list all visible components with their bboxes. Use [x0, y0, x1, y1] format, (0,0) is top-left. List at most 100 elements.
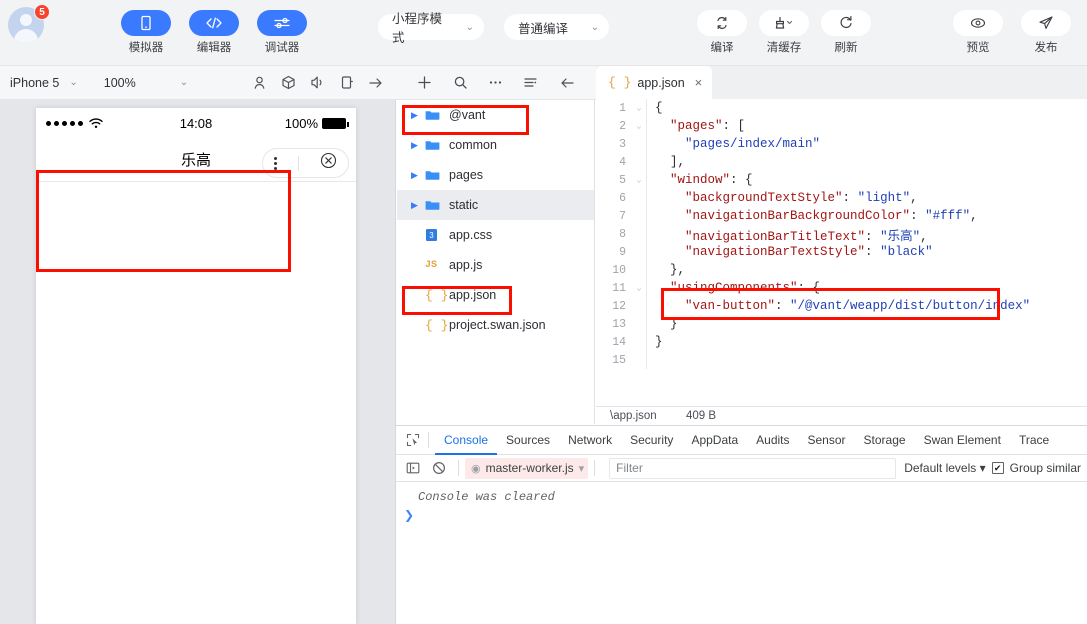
arrow-right-icon[interactable] [368, 76, 384, 90]
tree-item-app-json[interactable]: { } app.json [397, 280, 594, 310]
fold-chevron-icon[interactable]: ⌄ [632, 103, 646, 113]
context-icon: ◉ [471, 462, 481, 475]
fold-chevron-icon[interactable]: ⌄ [632, 283, 646, 293]
phone-frame: 14:08 100% 乐高 [36, 108, 356, 624]
gutter-divider [646, 99, 647, 117]
tree-item-app-js[interactable]: JS app.js [397, 250, 594, 280]
devtools-tab-console[interactable]: Console [435, 426, 498, 455]
tree-item-common[interactable]: ▶ common [397, 130, 594, 160]
mode-button-group: 模拟器 编辑器 调试器 [118, 10, 310, 55]
tree-item-app-css[interactable]: 3 app.css [397, 220, 594, 250]
devtools-tab-sensor[interactable]: Sensor [799, 426, 855, 455]
console-filter-input[interactable]: Filter [609, 457, 897, 479]
fold-chevron-icon[interactable]: ⌄ [632, 175, 646, 185]
code-line: 12 "van-button": "/@vant/weapp/dist/butt… [596, 297, 1087, 315]
console-toolbar: ◉ master-worker.js ▾ Filter Default leve… [396, 455, 1087, 482]
css-file-icon: 3 [425, 228, 447, 242]
sliders-icon [257, 10, 307, 36]
inspect-element-icon[interactable] [396, 433, 428, 447]
code-line: 6 "backgroundTextStyle": "light", [596, 189, 1087, 207]
refresh-button[interactable]: 刷新 [818, 10, 874, 55]
code-content[interactable]: 1 ⌄{2 ⌄ "pages": [3 "pages/index/main" 4 ],… [596, 99, 1087, 391]
publish-button[interactable]: 发布 [1018, 10, 1074, 55]
code-text: "van-button": "/@vant/weapp/dist/button/… [685, 299, 1031, 313]
compile-mode-select[interactable]: 普通编译 ⌄ [504, 14, 609, 40]
log-levels-label: Default levels [904, 461, 977, 475]
line-number: 7 [619, 209, 626, 223]
devtools-tab-audits[interactable]: Audits [747, 426, 798, 455]
json-file-icon: { } [425, 317, 449, 333]
log-levels-select[interactable]: Default levels ▾ [904, 461, 985, 475]
code-text: } [655, 317, 678, 331]
more-icon[interactable] [488, 75, 503, 90]
editor-tab-app-json[interactable]: { } app.json × [596, 66, 713, 99]
back-icon[interactable] [559, 76, 575, 90]
line-number: 3 [619, 137, 626, 151]
avatar-body [14, 29, 38, 43]
compile-label: 编译 [710, 42, 734, 54]
rotate-device-icon[interactable] [339, 75, 354, 90]
group-similar-label: Group similar [1009, 461, 1081, 475]
console-prompt-icon[interactable]: ❯ [396, 506, 1087, 524]
tree-item-vant[interactable]: ▶ @vant [397, 100, 594, 130]
console-sidebar-icon[interactable] [400, 461, 426, 475]
tree-item-project-swan-json[interactable]: { } project.swan.json [397, 310, 594, 340]
code-text: "navigationBarTextStyle": "black" [685, 245, 933, 259]
devtools-tab-appdata[interactable]: AppData [682, 426, 747, 455]
tree-item-pages[interactable]: ▶ pages [397, 160, 594, 190]
console-context-select[interactable]: ◉ master-worker.js ▾ [465, 457, 589, 479]
gutter-divider [646, 225, 647, 243]
devtools-tab-bar: Console Sources Network Security AppData… [396, 426, 1087, 455]
device-select[interactable]: iPhone 5 ⌄ [10, 76, 78, 90]
simulator-toggle-button[interactable]: 模拟器 [118, 10, 174, 55]
clear-console-icon[interactable] [426, 461, 452, 475]
tree-item-label: static [449, 198, 479, 212]
clear-cache-button[interactable]: 清缓存 [756, 10, 812, 55]
add-icon[interactable] [417, 75, 432, 90]
page-title: 乐高 [180, 152, 211, 169]
chevron-right-icon: ▶ [411, 199, 418, 210]
devtools-tab-network[interactable]: Network [559, 426, 621, 455]
devtools-tab-trace[interactable]: Trace [1010, 426, 1058, 455]
gutter-divider [646, 207, 647, 225]
chevron-down-icon: ⌄ [465, 21, 474, 33]
console-cleared-message: Console was cleared [418, 490, 555, 504]
chevron-down-icon: ⌄ [69, 77, 78, 88]
gutter-divider [646, 333, 647, 351]
devtools-tab-storage[interactable]: Storage [855, 426, 915, 455]
editor-toggle-button[interactable]: 编辑器 [186, 10, 242, 55]
tree-item-label: app.css [449, 228, 493, 242]
debugger-toggle-button[interactable]: 调试器 [254, 10, 310, 55]
folder-icon [425, 109, 447, 121]
folder-icon [425, 199, 447, 211]
avatar[interactable]: 5 [8, 4, 50, 47]
devtools-tab-sources[interactable]: Sources [497, 426, 559, 455]
collapse-icon[interactable] [523, 75, 538, 90]
code-text: "navigationBarBackgroundColor": "#fff", [685, 209, 978, 223]
gutter-divider [646, 135, 647, 153]
close-circle-icon[interactable] [320, 152, 337, 174]
simulator-controls: iPhone 5 ⌄ 100% ⌄ [0, 66, 396, 99]
explorer-toolbar [397, 66, 595, 99]
preview-button[interactable]: 预览 [950, 10, 1006, 55]
close-icon[interactable]: × [695, 75, 703, 90]
tree-item-static[interactable]: ▶ static [397, 190, 594, 220]
search-icon[interactable] [453, 75, 468, 90]
devtools-tab-security[interactable]: Security [621, 426, 682, 455]
tree-item-label: app.json [449, 288, 497, 302]
cube-icon[interactable] [281, 75, 296, 90]
status-battery-group: 100% [285, 116, 349, 131]
fold-chevron-icon[interactable]: ⌄ [632, 121, 646, 131]
send-icon [1021, 10, 1071, 36]
compile-button[interactable]: 编译 [694, 10, 750, 55]
code-text: } [655, 335, 663, 349]
person-icon[interactable] [252, 75, 267, 90]
console-output[interactable]: Console was cleared ❯ [396, 482, 1087, 524]
more-dots-icon[interactable] [273, 156, 277, 170]
gutter-divider [646, 315, 647, 333]
devtools-tab-swan-element[interactable]: Swan Element [915, 426, 1010, 455]
app-mode-select[interactable]: 小程序模式 ⌄ [378, 12, 484, 45]
group-similar-checkbox[interactable]: ✔ [991, 462, 1004, 474]
volume-icon[interactable] [310, 75, 325, 90]
zoom-select[interactable]: 100% ⌄ [104, 76, 188, 90]
